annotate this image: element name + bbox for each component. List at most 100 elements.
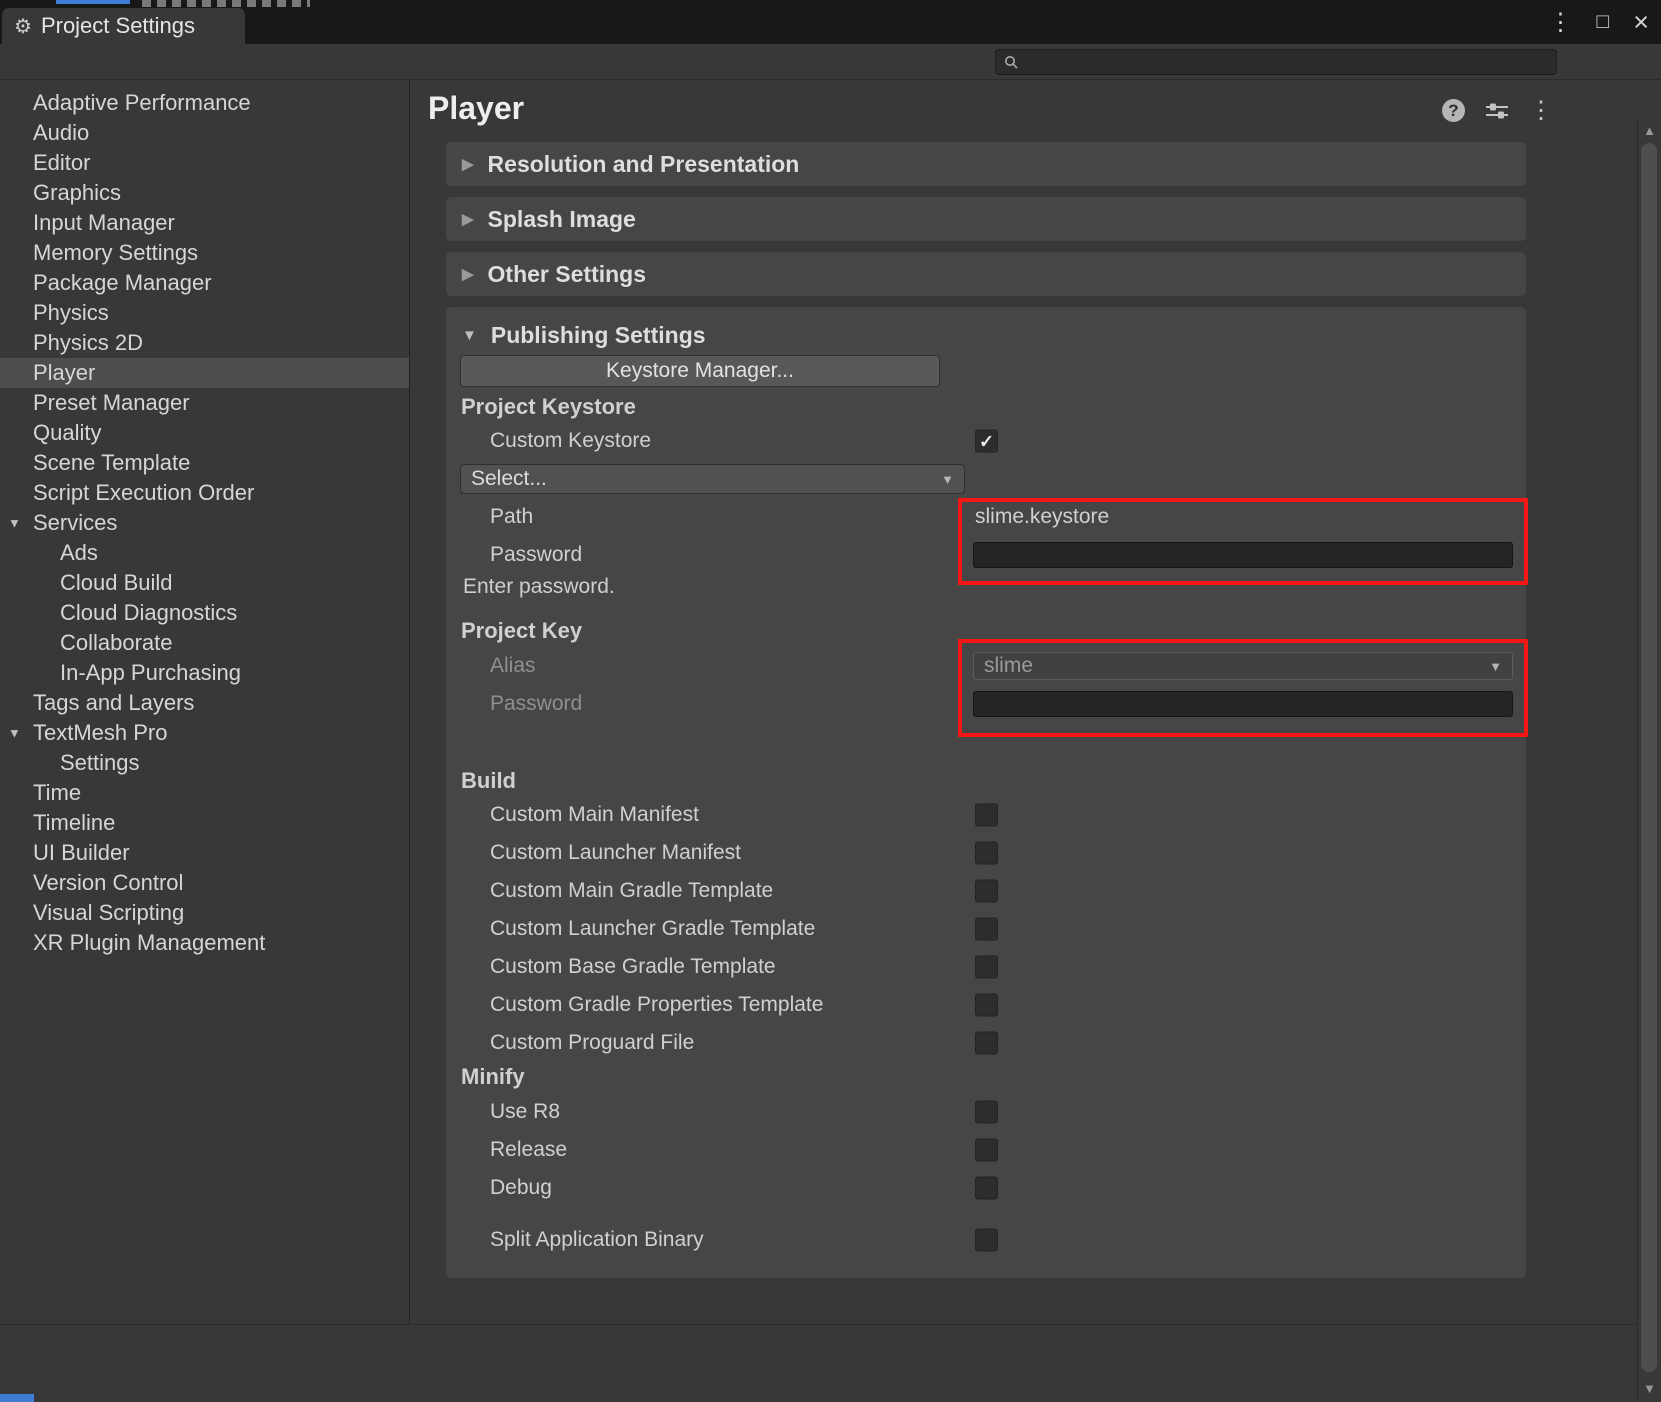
keystore-manager-button[interactable]: Keystore Manager... xyxy=(460,355,940,387)
debug-checkbox[interactable] xyxy=(975,1176,998,1200)
sidebar-item-ui-builder[interactable]: UI Builder xyxy=(0,838,409,868)
custom-proguard-file-checkbox[interactable] xyxy=(975,1031,998,1055)
panel-header-icons: ? ⋮ xyxy=(1442,96,1553,125)
sidebar-item-cloud-build[interactable]: Cloud Build xyxy=(0,568,409,598)
key-password-row: Password xyxy=(446,685,1513,723)
release-checkbox[interactable] xyxy=(975,1138,998,1162)
sidebar-item-timeline[interactable]: Timeline xyxy=(0,808,409,838)
gear-icon: ⚙ xyxy=(14,15,32,38)
custom-base-gradle-template-checkbox[interactable] xyxy=(975,955,998,979)
dropdown-value: slime xyxy=(984,654,1034,677)
sidebar-item-editor[interactable]: Editor xyxy=(0,148,409,178)
minify-label: Minify xyxy=(461,1064,525,1089)
sidebar-item-memory-settings[interactable]: Memory Settings xyxy=(0,238,409,268)
alias-dropdown[interactable]: slime ▼ xyxy=(973,652,1513,680)
custom-launcher-gradle-template-checkbox[interactable] xyxy=(975,917,998,941)
sidebar-item-input-manager[interactable]: Input Manager xyxy=(0,208,409,238)
sidebar-item-label: Preset Manager xyxy=(33,390,190,415)
sidebar-item-graphics[interactable]: Graphics xyxy=(0,178,409,208)
sidebar-item-adaptive-performance[interactable]: Adaptive Performance xyxy=(0,88,409,118)
occluded-window-accent xyxy=(56,0,130,4)
sidebar-item-tags-and-layers[interactable]: Tags and Layers xyxy=(0,688,409,718)
sidebar-item-textmesh-pro[interactable]: ▼ TextMesh Pro xyxy=(0,718,409,748)
sidebar-item-label: Memory Settings xyxy=(33,240,199,265)
section-splash-image[interactable]: ▶ Splash Image xyxy=(446,197,1526,241)
sidebar-item-label: Cloud Diagnostics xyxy=(60,600,238,625)
foldout-open-icon[interactable]: ▼ xyxy=(8,516,21,531)
sidebar-item-collaborate[interactable]: Collaborate xyxy=(0,628,409,658)
minify-header-row: Minify xyxy=(446,1058,1512,1096)
custom-launcher-manifest-checkbox[interactable] xyxy=(975,841,998,865)
custom-keystore-checkbox[interactable]: ✓ xyxy=(975,429,998,453)
sidebar-item-scene-template[interactable]: Scene Template xyxy=(0,448,409,478)
dropdown-value: Select... xyxy=(471,467,547,490)
toolbar xyxy=(0,44,1661,80)
sidebar-item-tmp-settings[interactable]: Settings xyxy=(0,748,409,778)
sidebar-item-cloud-diagnostics[interactable]: Cloud Diagnostics xyxy=(0,598,409,628)
project-key-label: Project Key xyxy=(461,618,583,643)
sidebar-item-quality[interactable]: Quality xyxy=(0,418,409,448)
sidebar-item-label: Physics xyxy=(33,300,109,325)
key-password-label: Password xyxy=(490,692,583,715)
sidebar-item-ads[interactable]: Ads xyxy=(0,538,409,568)
section-publishing-settings: ▼ Publishing Settings Keystore Manager..… xyxy=(446,307,1526,1278)
scrollbar-thumb[interactable] xyxy=(1641,143,1657,1372)
custom-main-manifest-checkbox[interactable] xyxy=(975,803,998,827)
custom-main-gradle-template-checkbox[interactable] xyxy=(975,879,998,903)
tab-project-settings[interactable]: ⚙ Project Settings xyxy=(2,8,245,44)
sidebar-item-physics[interactable]: Physics xyxy=(0,298,409,328)
maximize-icon[interactable]: □ xyxy=(1597,10,1610,34)
player-settings-panel: Player ? ⋮ ▶ Resolution and Presentation… xyxy=(410,80,1661,1402)
sidebar-item-xr-plugin-management[interactable]: XR Plugin Management xyxy=(0,928,409,958)
scroll-down-icon[interactable]: ▼ xyxy=(1638,1381,1661,1396)
sidebar-item-label: Editor xyxy=(33,150,91,175)
search-field[interactable] xyxy=(995,49,1557,75)
build-label: Build xyxy=(461,768,516,793)
sidebar-item-in-app-purchasing[interactable]: In-App Purchasing xyxy=(0,658,409,688)
sidebar-item-version-control[interactable]: Version Control xyxy=(0,868,409,898)
sidebar-item-visual-scripting[interactable]: Visual Scripting xyxy=(0,898,409,928)
window-menu-icon[interactable]: ⋮ xyxy=(1549,8,1573,37)
sidebar-item-script-execution-order[interactable]: Script Execution Order xyxy=(0,478,409,508)
build-header-row: Build xyxy=(446,762,1512,800)
sidebar-item-package-manager[interactable]: Package Manager xyxy=(0,268,409,298)
page-title: Player xyxy=(428,90,525,126)
split-application-binary-checkbox[interactable] xyxy=(975,1228,998,1252)
foldout-closed-icon: ▶ xyxy=(462,266,474,283)
tab-title: Project Settings xyxy=(40,13,196,38)
chevron-down-icon: ▼ xyxy=(1489,658,1502,674)
presets-icon[interactable] xyxy=(1485,100,1509,122)
window-controls: ⋮ □ × xyxy=(1549,2,1649,42)
keystore-select-dropdown[interactable]: Select... ▼ xyxy=(460,464,965,494)
custom-gradle-properties-template-checkbox[interactable] xyxy=(975,993,998,1017)
search-input[interactable] xyxy=(1025,53,1548,71)
sidebar-item-time[interactable]: Time xyxy=(0,778,409,808)
more-menu-icon[interactable]: ⋮ xyxy=(1529,96,1553,125)
sidebar-item-label: TextMesh Pro xyxy=(33,720,168,745)
section-other-settings[interactable]: ▶ Other Settings xyxy=(446,252,1526,296)
sidebar-item-label: Version Control xyxy=(33,870,184,895)
publishing-settings-header[interactable]: ▼ Publishing Settings xyxy=(462,315,706,355)
use-r8-checkbox[interactable] xyxy=(975,1100,998,1124)
section-resolution-and-presentation[interactable]: ▶ Resolution and Presentation xyxy=(446,142,1526,186)
sidebar-item-player[interactable]: Player xyxy=(0,358,409,388)
help-icon[interactable]: ? xyxy=(1442,99,1465,122)
key-password-input[interactable] xyxy=(973,691,1513,717)
scroll-up-icon[interactable]: ▲ xyxy=(1638,123,1661,138)
project-key-header-row: Project Key xyxy=(446,612,1512,650)
keystore-password-input[interactable] xyxy=(973,542,1513,568)
sidebar-item-physics-2d[interactable]: Physics 2D xyxy=(0,328,409,358)
sidebar-item-services[interactable]: ▼ Services xyxy=(0,508,409,538)
sidebar-item-preset-manager[interactable]: Preset Manager xyxy=(0,388,409,418)
sidebar-item-label: UI Builder xyxy=(33,840,130,865)
check-icon: ✓ xyxy=(978,431,995,452)
sidebar-item-audio[interactable]: Audio xyxy=(0,118,409,148)
section-label: Publishing Settings xyxy=(490,321,706,348)
bottom-left-accent xyxy=(0,1394,34,1402)
sidebar-item-label: Adaptive Performance xyxy=(33,90,251,115)
alias-label: Alias xyxy=(490,654,536,677)
vertical-scrollbar[interactable]: ▲ ▼ xyxy=(1637,118,1661,1402)
close-icon[interactable]: × xyxy=(1633,7,1649,38)
foldout-open-icon[interactable]: ▼ xyxy=(8,726,21,741)
custom-keystore-row: Custom Keystore ✓ xyxy=(446,422,1512,460)
